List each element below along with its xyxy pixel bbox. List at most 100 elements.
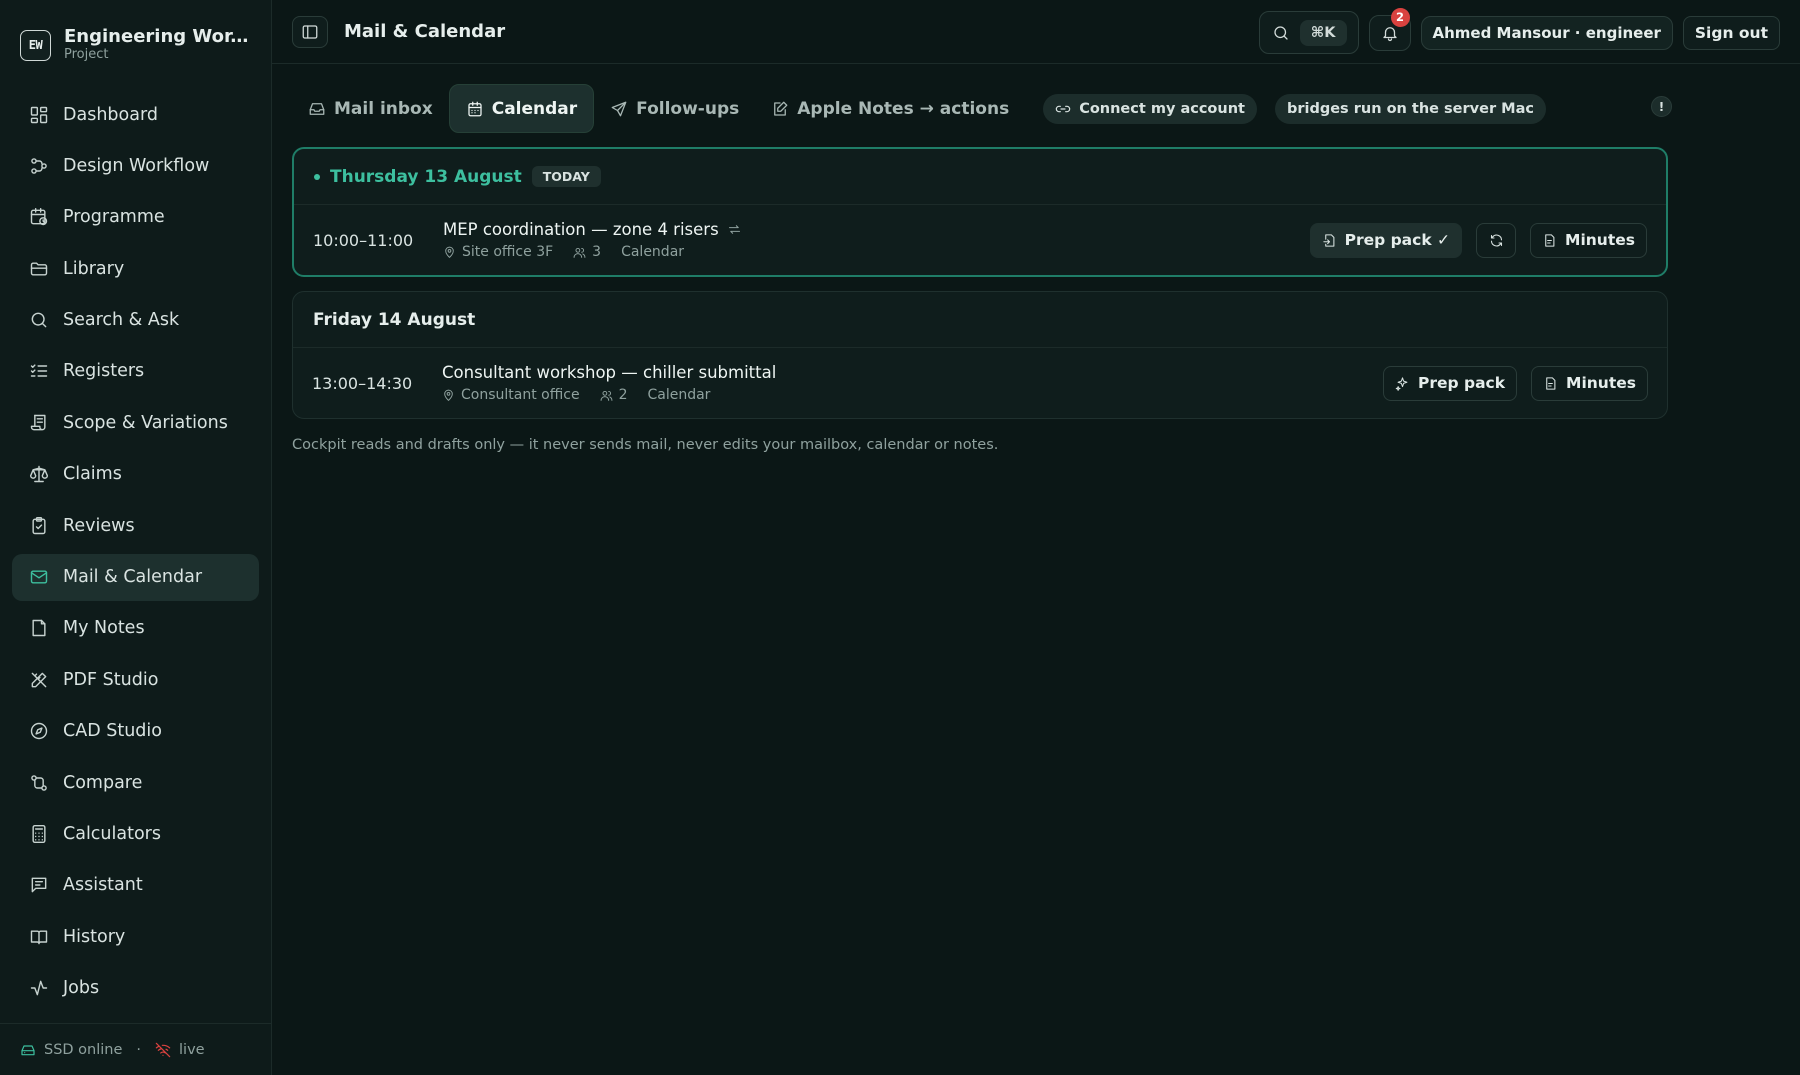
tab-calendar[interactable]: Calendar bbox=[448, 84, 595, 133]
link-icon bbox=[1055, 105, 1071, 112]
tab-mail-inbox[interactable]: Mail inbox bbox=[292, 84, 449, 133]
sidebar-item-search-ask[interactable]: Search & Ask bbox=[12, 297, 259, 344]
sidebar-item-dashboard[interactable]: Dashboard bbox=[12, 91, 259, 138]
scale-icon bbox=[29, 466, 49, 483]
sidebar-item-my-notes[interactable]: My Notes bbox=[12, 605, 259, 652]
sidebar-item-design-workflow[interactable]: Design Workflow bbox=[12, 142, 259, 189]
refresh-prep-button[interactable] bbox=[1476, 222, 1517, 258]
sidebar-item-jobs[interactable]: Jobs bbox=[12, 965, 259, 1012]
status-separator: · bbox=[136, 1041, 142, 1058]
sidebar-item-reviews[interactable]: Reviews bbox=[12, 502, 259, 549]
topbar: Mail & Calendar ⌘K 2 Ahmed Mansour · eng… bbox=[272, 0, 1800, 64]
prep-pack-button[interactable]: Prep pack bbox=[1382, 365, 1518, 401]
calendar-event[interactable]: 10:00–11:00 MEP coordination — zone 4 ri… bbox=[294, 205, 1666, 275]
folder-icon bbox=[30, 262, 48, 276]
content: Mail inbox Calendar Follow-ups Apple Not… bbox=[272, 64, 1800, 453]
brand[interactable]: EW Engineering Wor... Project bbox=[0, 0, 271, 70]
sparkles-icon bbox=[1395, 376, 1408, 391]
note-icon bbox=[32, 620, 46, 637]
event-title: Consultant workshop — chiller submittal bbox=[442, 363, 777, 382]
mail-icon bbox=[30, 570, 48, 584]
tab-follow-ups[interactable]: Follow-ups bbox=[594, 84, 755, 133]
sign-out-button[interactable]: Sign out bbox=[1682, 15, 1780, 50]
sidebar-nav: Dashboard Design Workflow Programme Libr… bbox=[0, 70, 271, 1012]
calendar-icon bbox=[468, 101, 482, 116]
sidebar-item-registers[interactable]: Registers bbox=[12, 348, 259, 395]
sidebar-item-scope-variations[interactable]: Scope & Variations bbox=[12, 399, 259, 446]
calculator-icon bbox=[32, 824, 46, 844]
page-title: Mail & Calendar bbox=[344, 21, 506, 42]
event-time: 13:00–14:30 bbox=[312, 373, 413, 393]
notifications-button[interactable]: 2 bbox=[1368, 7, 1411, 51]
day-card-friday: Friday 14 August 13:00–14:30 Consultant … bbox=[292, 291, 1668, 419]
app-root: EW Engineering Wor... Project Dashboard … bbox=[0, 0, 1800, 1075]
sidebar-item-label: Library bbox=[63, 258, 125, 279]
sidebar-item-label: Calculators bbox=[63, 823, 161, 844]
pen-ruler-icon bbox=[31, 672, 47, 688]
search-icon bbox=[31, 312, 47, 328]
send-icon bbox=[611, 101, 627, 116]
sidebar-item-history[interactable]: History bbox=[12, 913, 259, 960]
sidebar-panel-icon bbox=[302, 24, 318, 39]
sidebar-item-mail-calendar[interactable]: Mail & Calendar bbox=[12, 553, 259, 601]
compass-icon bbox=[30, 722, 48, 740]
day-label: Thursday 13 August bbox=[330, 166, 522, 187]
day-header: Friday 14 August bbox=[293, 292, 1667, 348]
alert-indicator[interactable]: ! bbox=[1651, 96, 1672, 117]
attendees-icon bbox=[600, 390, 612, 401]
sidebar-item-cad-studio[interactable]: CAD Studio bbox=[12, 708, 259, 755]
shortcut-hint: ⌘K bbox=[1299, 19, 1347, 46]
day-label: Friday 14 August bbox=[313, 309, 476, 330]
inbox-icon bbox=[309, 102, 325, 115]
sidebar-item-label: Claims bbox=[63, 464, 122, 485]
project-subtitle: Project bbox=[64, 46, 109, 62]
live-status: live bbox=[179, 1041, 205, 1058]
workflow-icon bbox=[31, 158, 47, 174]
event-title: MEP coordination — zone 4 risers bbox=[443, 220, 719, 239]
connect-account-button[interactable]: Connect my account bbox=[1043, 93, 1257, 124]
event-location: Consultant office bbox=[461, 387, 580, 403]
sidebar-status: SSD online · live bbox=[0, 1023, 271, 1075]
sidebar: EW Engineering Wor... Project Dashboard … bbox=[0, 0, 272, 1075]
tab-apple-notes-actions[interactable]: Apple Notes → actions bbox=[755, 84, 1025, 133]
file-import-icon bbox=[1322, 233, 1334, 247]
day-card-thursday: Thursday 13 August TODAY 10:00–11:00 MEP… bbox=[292, 147, 1668, 277]
checklist-icon bbox=[30, 364, 48, 378]
sidebar-item-compare[interactable]: Compare bbox=[12, 759, 259, 806]
dashboard-icon bbox=[30, 106, 48, 123]
calendar-event[interactable]: 13:00–14:30 Consultant workshop — chille… bbox=[293, 348, 1667, 418]
bridges-status-badge: bridges run on the server Mac bbox=[1274, 93, 1546, 124]
prep-pack-button[interactable]: Prep pack ✓ bbox=[1309, 222, 1463, 258]
sidebar-item-assistant[interactable]: Assistant bbox=[12, 862, 259, 909]
sidebar-item-label: Dashboard bbox=[63, 104, 158, 125]
note-edit-icon bbox=[774, 101, 788, 116]
sidebar-item-label: Reviews bbox=[63, 515, 135, 536]
location-pin-icon bbox=[445, 246, 454, 258]
calendar-clock-icon bbox=[30, 208, 48, 226]
file-text-icon bbox=[1546, 376, 1556, 390]
toggle-sidebar-button[interactable] bbox=[292, 15, 328, 48]
event-attendee-count: 2 bbox=[618, 387, 628, 403]
sidebar-item-label: History bbox=[63, 926, 126, 947]
sidebar-item-label: Design Workflow bbox=[63, 155, 210, 176]
day-header: Thursday 13 August TODAY bbox=[294, 149, 1666, 205]
mail-calendar-tabs: Mail inbox Calendar Follow-ups Apple Not… bbox=[292, 84, 1780, 133]
attendees-icon bbox=[573, 247, 586, 258]
location-pin-icon bbox=[444, 389, 453, 401]
hard-drive-icon bbox=[21, 1044, 35, 1055]
sidebar-item-claims[interactable]: Claims bbox=[12, 451, 259, 498]
brand-logo: EW bbox=[20, 29, 51, 61]
minutes-button[interactable]: Minutes bbox=[1531, 365, 1648, 401]
project-title: Engineering Wor... bbox=[64, 27, 249, 48]
sidebar-item-label: CAD Studio bbox=[63, 721, 162, 742]
sidebar-item-label: Search & Ask bbox=[63, 310, 180, 331]
clipboard-check-icon bbox=[32, 516, 46, 534]
sidebar-item-pdf-studio[interactable]: PDF Studio bbox=[12, 656, 259, 703]
sidebar-item-calculators[interactable]: Calculators bbox=[12, 810, 259, 857]
command-search-button[interactable]: ⌘K bbox=[1258, 11, 1359, 54]
minutes-button[interactable]: Minutes bbox=[1530, 222, 1647, 258]
sidebar-item-programme[interactable]: Programme bbox=[12, 194, 259, 241]
user-menu[interactable]: Ahmed Mansour · engineer bbox=[1420, 15, 1673, 50]
sidebar-item-label: Programme bbox=[63, 207, 165, 228]
sidebar-item-library[interactable]: Library bbox=[12, 245, 259, 292]
